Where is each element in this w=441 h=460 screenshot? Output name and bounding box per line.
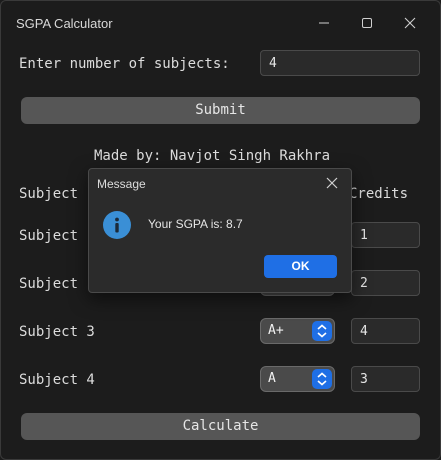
header-credits: Credits [349,186,409,202]
close-icon [326,177,338,189]
minimize-icon [319,22,329,24]
num-subjects-label: Enter number of subjects: [19,56,230,72]
subject-1-credits-input[interactable] [351,222,420,248]
minimize-button[interactable] [312,11,336,35]
ok-button[interactable]: OK [264,255,337,278]
subject-3-grade-value: A+ [268,323,284,338]
header-subject: Subject [19,186,79,202]
subject-3-grade-dropdown-button[interactable] [312,321,332,341]
subject-4-grade-dropdown-button[interactable] [312,369,332,389]
chevron-updown-icon [317,372,327,386]
subject-3-grade-select[interactable]: A+ [260,318,335,344]
num-subjects-input[interactable] [260,50,420,76]
dialog-message: Your SGPA is: 8.7 [148,217,243,231]
dialog-title: Message [97,177,146,191]
maximize-button[interactable] [355,11,379,35]
calculate-button[interactable]: Calculate [21,413,420,440]
subject-2-label: Subject [19,276,79,292]
info-icon [103,211,131,239]
close-button[interactable] [398,11,422,35]
subject-4-credits-input[interactable] [351,366,420,392]
close-icon [404,17,416,29]
message-dialog: Message Your SGPA is: 8.7 OK [88,168,352,293]
subject-2-credits-input[interactable] [351,270,420,296]
title-bar: SGPA Calculator [1,1,440,45]
window-title: SGPA Calculator [16,16,113,31]
submit-button[interactable]: Submit [21,97,420,124]
subject-1-label: Subject [19,228,79,244]
subject-4-label: Subject 4 [19,372,95,388]
maximize-icon [362,18,372,28]
subject-4-grade-value: A [268,371,276,386]
credit-text: Made by: Navjot Singh Rakhra [94,148,331,164]
subject-3-label: Subject 3 [19,324,95,340]
subject-4-grade-select[interactable]: A [260,366,335,392]
dialog-close-button[interactable] [325,176,339,190]
subject-3-credits-input[interactable] [351,318,420,344]
chevron-updown-icon [317,324,327,338]
